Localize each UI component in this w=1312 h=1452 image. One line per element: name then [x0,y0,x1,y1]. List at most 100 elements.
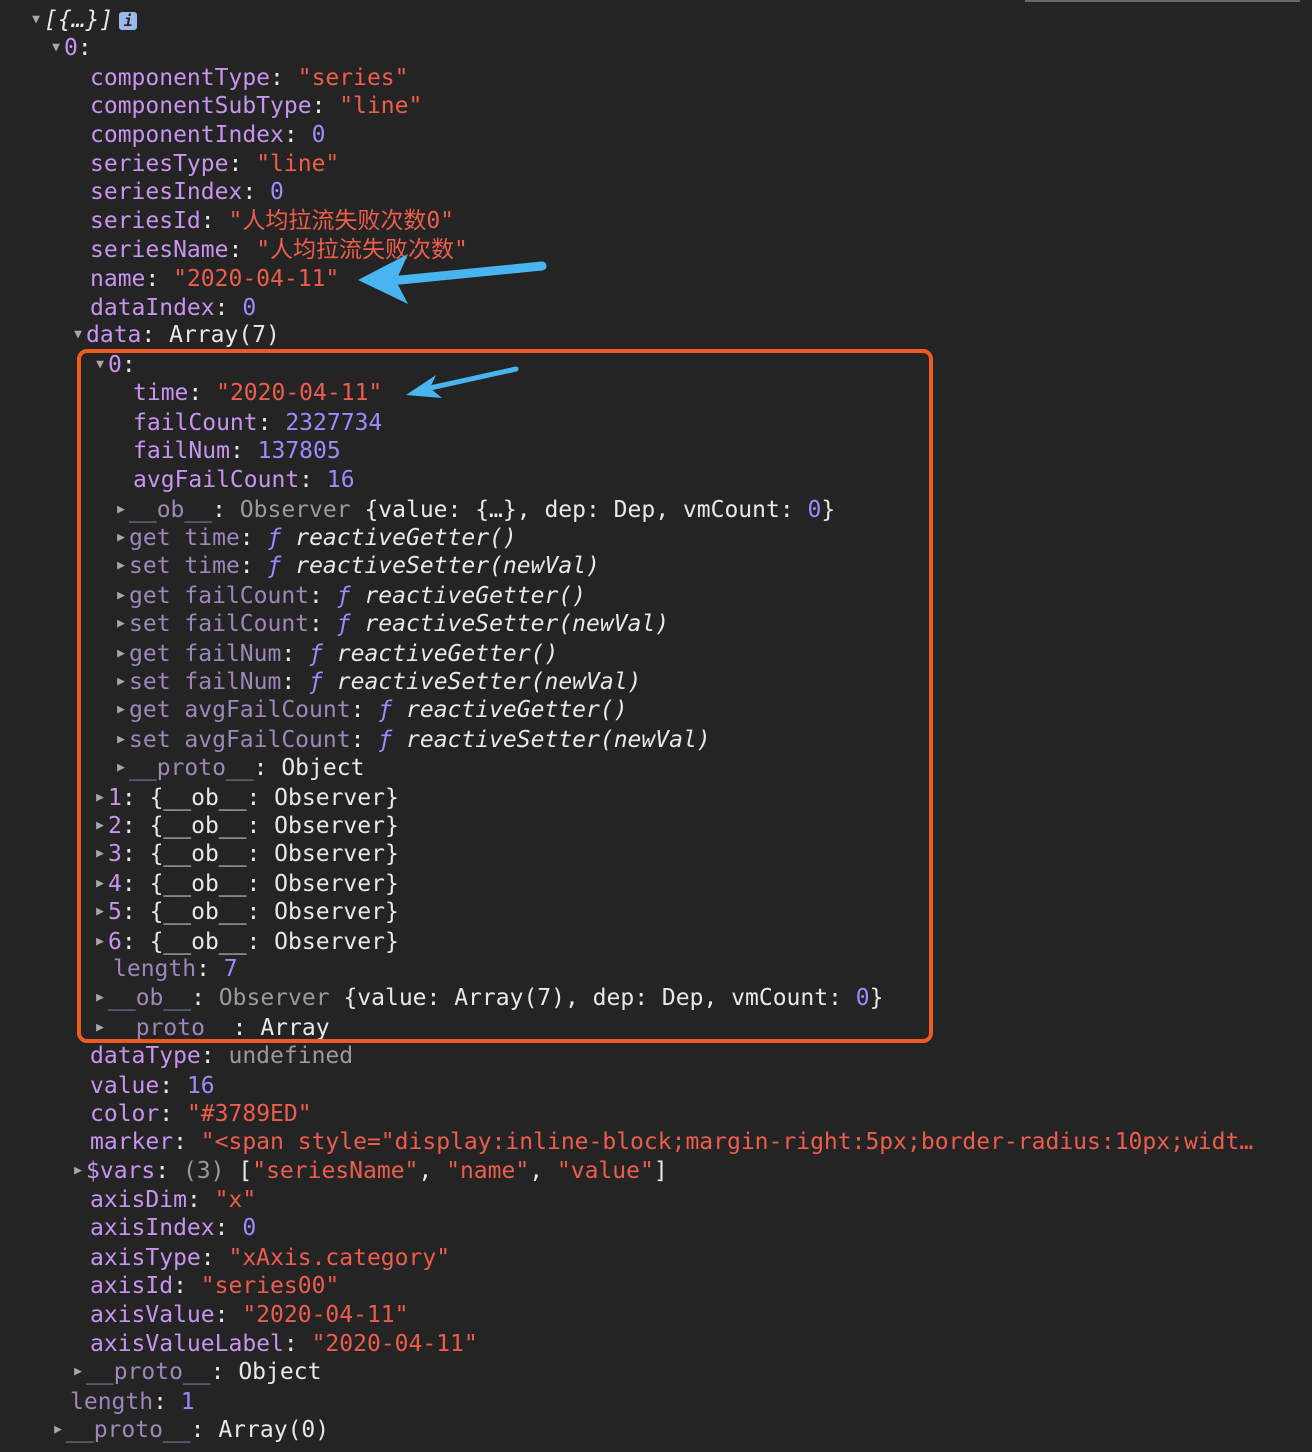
accessor-set-failCount[interactable]: ▶ set failCount: ƒ reactiveSetter(newVal) [113,610,669,638]
expand-triangle-icon[interactable]: ▶ [113,496,129,524]
function-icon: ƒ [309,641,323,667]
expand-triangle-icon[interactable]: ▶ [113,582,129,610]
accessor-kind: set [129,727,171,753]
function-icon: ƒ [267,553,282,579]
accessor-set-time[interactable]: ▶ set time: ƒ reactiveSetter(newVal) [113,552,600,580]
root-proto[interactable]: ▶ __proto__: Array(0) [50,1416,329,1444]
accessor-get-failCount[interactable]: ▶ get failCount: ƒ reactiveGetter() [113,582,586,610]
data-el-collapsed[interactable]: ▶ 3: {__ob__: Observer} [92,840,399,868]
element-preview: {__ob__: Observer} [149,841,399,867]
expand-triangle-icon[interactable]: ▶ [92,870,108,898]
prop-seriesId: seriesId: "人均拉流失败次数0" [90,208,455,234]
item-index: 0 [64,35,78,61]
accessor-kind: get [129,583,171,609]
accessor-name: avgFailCount [184,697,351,723]
el0-time: time: "2020-04-11" [133,380,383,406]
element-index: 1 [108,785,122,811]
accessor-set-avgFailCount[interactable]: ▶ set avgFailCount: ƒ reactiveSetter(newV… [113,726,711,754]
prop-name: name: "2020-04-11" [90,266,340,292]
expand-triangle-icon[interactable]: ▶ [92,928,108,956]
prop-componentType: componentType: "series" [90,65,409,91]
accessor-set-failNum[interactable]: ▶ set failNum: ƒ reactiveSetter(newVal) [113,668,641,696]
root-length: length: 1 [70,1389,195,1415]
root-array-row[interactable]: ▼ [{…}] i [28,6,138,34]
prop-value: value: 16 [90,1073,215,1099]
prop-dataType: dataType: undefined [90,1043,354,1069]
item0-proto[interactable]: ▶ __proto__: Object [70,1358,321,1386]
prop-axisId: axisId: "series00" [90,1273,340,1299]
expand-triangle-icon[interactable]: ▶ [113,640,129,668]
scrollbar[interactable] [1025,0,1300,6]
accessor-name: failCount [184,583,310,609]
expand-triangle-icon[interactable]: ▶ [113,552,129,580]
element-preview: {__ob__: Observer} [149,929,399,955]
info-icon[interactable]: i [119,11,138,30]
accessor-kind: get [129,641,171,667]
accessor-function: reactiveGetter() [406,697,628,723]
accessor-get-failNum[interactable]: ▶ get failNum: ƒ reactiveGetter() [113,640,558,668]
prop-color: color: "#3789ED" [90,1101,312,1127]
expand-triangle-icon[interactable]: ▼ [92,351,108,379]
expand-triangle-icon[interactable]: ▶ [70,1358,86,1386]
function-icon: ƒ [309,669,323,695]
el0-failNum: failNum: 137805 [133,438,341,464]
expand-triangle-icon[interactable]: ▶ [113,754,129,782]
el0-ob[interactable]: ▶ __ob__: Observer {value: {…}, dep: Dep,… [113,496,835,524]
expand-triangle-icon[interactable]: ▶ [50,1416,66,1444]
element-preview: {__ob__: Observer} [149,785,399,811]
data-length: length: 7 [113,956,238,982]
expand-triangle-icon[interactable]: ▶ [113,610,129,638]
expand-triangle-icon[interactable]: ▶ [113,668,129,696]
element-preview: {__ob__: Observer} [149,871,399,897]
accessor-function: reactiveSetter(newVal) [336,669,642,695]
function-icon: ƒ [336,611,351,637]
data-proto[interactable]: ▶ __proto__: Array [92,1014,330,1042]
accessor-name: failNum [184,641,282,667]
expand-triangle-icon[interactable]: ▶ [92,898,108,926]
item0-row[interactable]: ▼ 0: [48,34,92,62]
expand-triangle-icon[interactable]: ▶ [92,984,108,1012]
accessor-get-time[interactable]: ▶ get time: ƒ reactiveGetter() [113,524,517,552]
data-el0-row[interactable]: ▼ 0: [92,351,136,379]
expand-triangle-icon[interactable]: ▶ [92,784,108,812]
prop-axisType: axisType: "xAxis.category" [90,1245,451,1271]
element-index: 6 [108,929,122,955]
data-el-collapsed[interactable]: ▶ 6: {__ob__: Observer} [92,928,399,956]
prop-componentIndex: componentIndex: 0 [90,122,326,148]
element-index: 3 [108,841,122,867]
el0-failCount: failCount: 2327734 [133,410,383,436]
expand-triangle-icon[interactable]: ▶ [113,726,129,754]
function-icon: ƒ [378,727,393,753]
accessor-kind: set [129,553,171,579]
element-index: 2 [108,813,122,839]
expand-triangle-icon[interactable]: ▶ [92,812,108,840]
console-object-tree: ▼ [{…}] i ▼ 0: componentType: "series" comp… [0,0,1312,1452]
prop-vars[interactable]: ▶ $vars: (3) ["seriesName", "name", "valu… [70,1157,668,1185]
accessor-name: time [184,525,240,551]
function-icon: ƒ [336,583,351,609]
element-index: 5 [108,899,122,925]
prop-axisDim: axisDim: "x" [90,1187,257,1213]
data-ob[interactable]: ▶ __ob__: Observer {value: Array(7), dep:… [92,984,883,1012]
prop-data[interactable]: ▼ data: Array(7) [70,321,280,349]
el0-proto[interactable]: ▶ __proto__: Object [113,754,364,782]
expand-triangle-icon[interactable]: ▶ [113,524,129,552]
data-el-collapsed[interactable]: ▶ 5: {__ob__: Observer} [92,898,399,926]
expand-triangle-icon[interactable]: ▶ [92,840,108,868]
expand-triangle-icon[interactable]: ▼ [28,6,44,34]
accessor-kind: set [129,669,171,695]
expand-triangle-icon[interactable]: ▶ [70,1157,86,1185]
accessor-get-avgFailCount[interactable]: ▶ get avgFailCount: ƒ reactiveGetter() [113,696,628,724]
data-el-collapsed[interactable]: ▶ 1: {__ob__: Observer} [92,784,399,812]
annotation-arrow-icon [406,366,519,398]
accessor-function: reactiveGetter() [295,525,517,551]
expand-triangle-icon[interactable]: ▼ [70,321,86,349]
accessor-kind: get [129,525,171,551]
expand-triangle-icon[interactable]: ▶ [92,1014,108,1042]
element-preview: {__ob__: Observer} [149,899,399,925]
expand-triangle-icon[interactable]: ▶ [113,696,129,724]
expand-triangle-icon[interactable]: ▼ [48,34,64,62]
prop-dataIndex: dataIndex: 0 [90,295,257,321]
data-el-collapsed[interactable]: ▶ 2: {__ob__: Observer} [92,812,399,840]
data-el-collapsed[interactable]: ▶ 4: {__ob__: Observer} [92,870,399,898]
